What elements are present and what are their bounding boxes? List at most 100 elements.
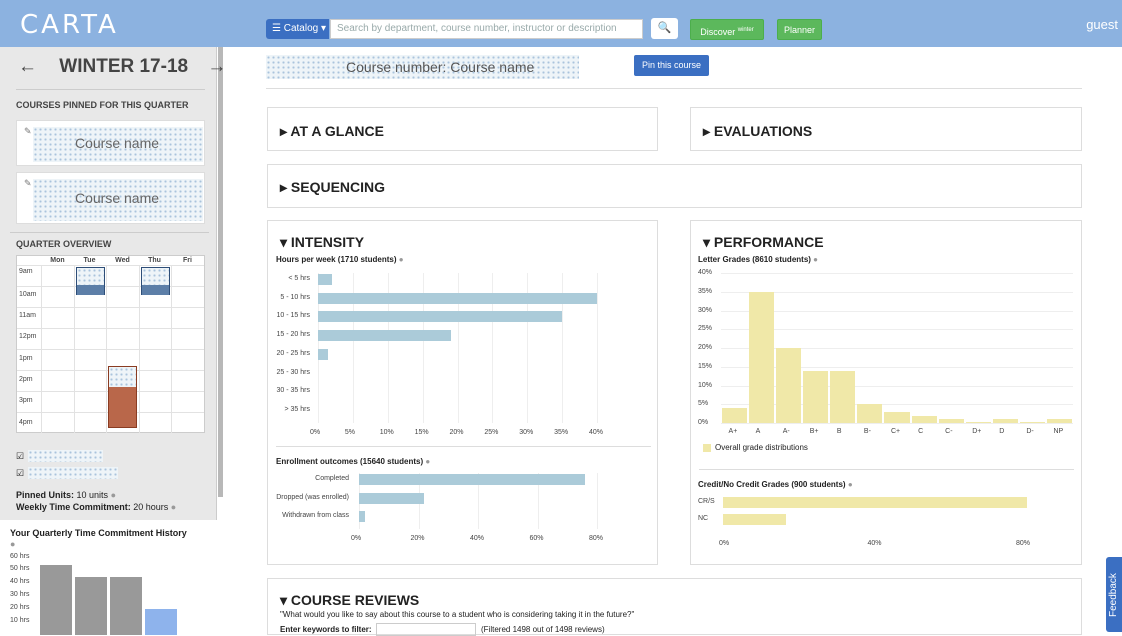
bar — [318, 292, 597, 304]
discover-season: winter — [737, 27, 754, 33]
bar — [318, 348, 329, 360]
axis-tick-label: 5% — [344, 428, 355, 436]
sequencing-heading: ▸ SEQUENCING — [280, 179, 386, 195]
credit-grades-label: Credit/No Credit Grades (900 students) — [698, 480, 846, 489]
history-bar — [40, 564, 72, 635]
user-menu[interactable]: guest — [1086, 17, 1118, 32]
discover-button[interactable]: Discover winter — [690, 19, 764, 40]
axis-tick-label: 35% — [554, 428, 569, 436]
axis-tick-label: 40% — [698, 269, 713, 276]
bar — [359, 511, 365, 522]
next-quarter-arrow-icon[interactable]: → — [207, 56, 233, 78]
bar — [1046, 419, 1072, 423]
category-label: Dropped (was enrolled) — [276, 493, 349, 501]
history-bar — [110, 576, 142, 635]
history-tick: 30 hrs — [10, 591, 30, 598]
calendar-hour: 10am — [19, 291, 37, 298]
calendar-gridline — [74, 265, 75, 433]
category-label: 25 - 30 hrs — [276, 368, 310, 376]
course-header: Course number: Course name — [266, 55, 579, 79]
quarter-switcher: ← WINTER 17-18 → — [18, 56, 233, 78]
axis-tick-label: 80% — [1016, 540, 1031, 547]
prev-quarter-arrow-icon[interactable]: ← — [18, 56, 44, 78]
pinned-units-label: Pinned Units: — [16, 490, 74, 500]
calendar-hour: 4pm — [19, 419, 33, 426]
quarter-title: WINTER 17-18 — [59, 56, 189, 77]
search-input[interactable]: Search by department, course number, ins… — [330, 19, 643, 39]
axis-tick-label: 0% — [351, 534, 362, 542]
search-button[interactable]: 🔍 — [651, 18, 678, 39]
calendar-event[interactable] — [141, 267, 170, 295]
legend-swatch — [703, 444, 711, 452]
enrollment-title: Enrollment outcomes (15640 students) ● — [276, 457, 430, 466]
bar — [857, 404, 883, 423]
event-pattern — [109, 367, 136, 387]
bar — [965, 421, 991, 423]
bar — [318, 311, 563, 323]
divider — [16, 89, 205, 90]
time-commitment-history: Your Quarterly Time Commitment History ●… — [0, 520, 217, 635]
course-checkbox[interactable]: ☑ — [16, 468, 24, 479]
help-icon[interactable]: ● — [171, 502, 176, 512]
reviews-filter-count: (Filtered 1498 out of 1498 reviews) — [481, 625, 605, 634]
performance-heading[interactable]: ▾ PERFORMANCE — [703, 234, 824, 251]
carta-logo[interactable]: CARTA — [20, 10, 119, 40]
help-icon[interactable]: ● — [813, 255, 818, 264]
calendar-event[interactable] — [108, 366, 137, 428]
category-label: 20 - 25 hrs — [276, 349, 310, 357]
pin-icon[interactable]: ✎ — [24, 126, 32, 137]
category-label: NC — [698, 515, 709, 522]
axis-tick-label: 20% — [698, 344, 713, 351]
axis-tick-label: 20% — [410, 534, 425, 542]
category-label: 10 - 15 hrs — [276, 312, 310, 320]
calendar-gridline — [41, 265, 42, 433]
pinned-courses-heading: COURSES PINNED FOR THIS QUARTER — [16, 100, 189, 110]
catalog-dropdown-button[interactable]: ☰ Catalog ▾ — [266, 19, 329, 39]
bar — [992, 419, 1018, 423]
axis-tick-label: 15% — [698, 362, 713, 370]
pinned-course-card[interactable]: ✎ Course name — [16, 172, 205, 224]
at-a-glance-panel[interactable]: ▸ AT A GLANCE — [267, 107, 658, 151]
category-label: CR/S — [698, 498, 715, 505]
gridline — [597, 473, 598, 529]
sidebar-scrollbar[interactable] — [218, 47, 223, 497]
discover-label: Discover — [700, 27, 736, 37]
pinned-course-card[interactable]: ✎ Course name — [16, 120, 205, 166]
bar — [938, 419, 964, 423]
history-tick: 50 hrs — [10, 565, 30, 572]
category-label: B+ — [809, 428, 819, 435]
at-a-glance-heading: ▸ AT A GLANCE — [280, 123, 384, 139]
intensity-heading[interactable]: ▾ INTENSITY — [280, 234, 364, 251]
axis-tick-label: 30% — [698, 306, 713, 314]
category-label: C+ — [891, 428, 901, 435]
top-navigation-bar: CARTA ☰ Catalog ▾ Search by department, … — [0, 0, 1122, 47]
course-name-placeholder — [28, 450, 103, 462]
axis-tick-label: 10% — [698, 381, 713, 389]
help-icon[interactable]: ● — [10, 539, 15, 549]
reviews-question: "What would you like to say about this c… — [280, 610, 635, 619]
axis-tick-label: 20% — [449, 428, 464, 436]
course-reviews-heading[interactable]: ▾ COURSE REVIEWS — [280, 592, 419, 609]
calendar-gridline — [17, 265, 204, 266]
help-icon[interactable]: ● — [425, 457, 430, 466]
category-label: Withdrawn from class — [282, 512, 349, 519]
help-icon[interactable]: ● — [111, 490, 116, 500]
pinned-course-name: Course name — [75, 190, 160, 206]
calendar-event[interactable] — [76, 267, 105, 295]
pin-course-button[interactable]: Pin this course — [634, 55, 709, 76]
axis-tick-label: 35% — [698, 287, 713, 295]
pin-icon[interactable]: ✎ — [24, 178, 32, 189]
feedback-tab[interactable]: Feedback — [1106, 557, 1122, 632]
category-label: A+ — [728, 428, 738, 435]
reviews-filter-input[interactable] — [376, 623, 476, 636]
help-icon[interactable]: ● — [848, 480, 853, 489]
evaluations-panel[interactable]: ▸ EVALUATIONS — [690, 107, 1082, 151]
axis-tick-label: 30% — [519, 428, 534, 436]
sequencing-panel[interactable]: ▸ SEQUENCING — [267, 164, 1082, 208]
planner-button[interactable]: Planner — [777, 19, 822, 40]
calendar-gridline — [17, 349, 204, 350]
help-icon[interactable]: ● — [399, 255, 404, 264]
divider — [10, 232, 209, 233]
weekly-calendar: Mon Tue Wed Thu Fri 9am 10am 11am 12pm 1… — [16, 255, 205, 433]
course-checkbox[interactable]: ☑ — [16, 451, 24, 462]
